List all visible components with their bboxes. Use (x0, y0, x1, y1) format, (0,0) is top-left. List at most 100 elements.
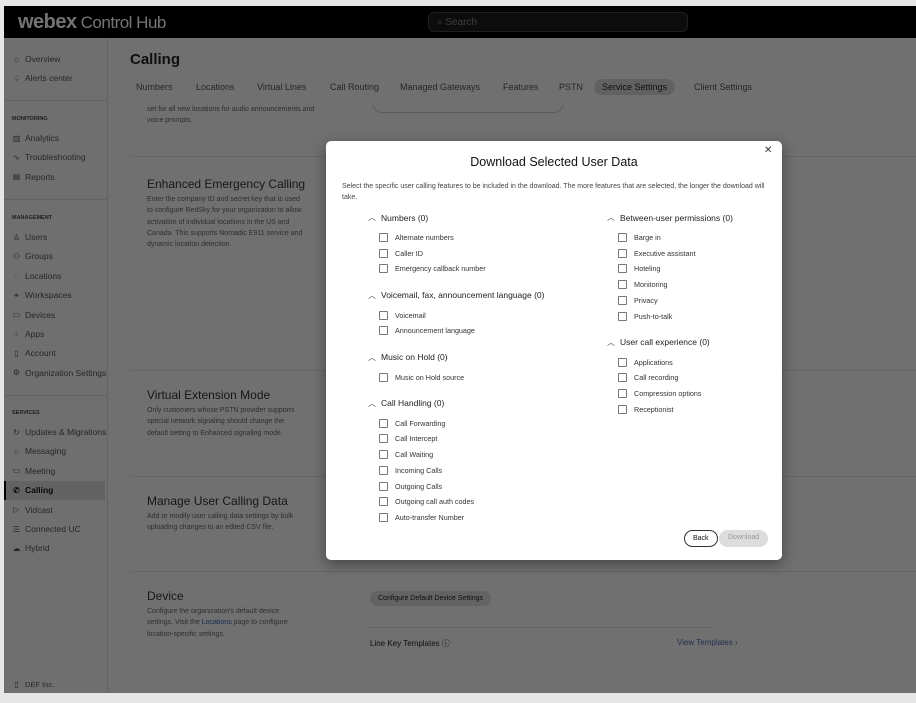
checkbox[interactable] (618, 264, 627, 274)
group-header[interactable]: ︿ Call Handling (0) (368, 398, 444, 409)
checkbox-barge-in[interactable]: Barge in (618, 233, 661, 242)
checkbox-privacy[interactable]: Privacy (618, 295, 658, 305)
checkbox[interactable] (618, 248, 627, 258)
checkbox[interactable] (379, 326, 388, 336)
checkbox[interactable] (618, 311, 627, 321)
tab-virtual-lines[interactable]: Virtual Lines (257, 82, 306, 92)
sidebar-item-account[interactable]: ▯ Account (12, 348, 55, 358)
checkbox-caller-id[interactable]: Caller ID (379, 248, 423, 258)
checkbox[interactable] (379, 418, 388, 428)
checkbox-executive-assistant[interactable]: Executive assistant (618, 248, 696, 258)
tab-pstn[interactable]: PSTN (559, 82, 583, 92)
checkbox[interactable] (618, 233, 627, 242)
group-header[interactable]: ︿ Music on Hold (0) (368, 352, 448, 363)
checkbox-label: Voicemail (395, 310, 426, 320)
tab-features[interactable]: Features (503, 82, 539, 92)
checkbox-emergency-callback-number[interactable]: Emergency callback number (379, 264, 486, 274)
checkbox[interactable] (618, 280, 627, 290)
group-header[interactable]: ︿ Numbers (0) (368, 212, 428, 223)
checkbox[interactable] (618, 357, 627, 367)
sidebar-item-calling[interactable]: ✆ Calling (12, 485, 53, 495)
checkbox-call-forwarding[interactable]: Call Forwarding (379, 418, 445, 428)
refresh-icon: ↻ (13, 427, 20, 437)
configure-device-button[interactable]: Configure Default Device Settings (370, 591, 492, 606)
tab-managed-gateways[interactable]: Managed Gateways (400, 82, 480, 92)
checkbox[interactable] (379, 372, 388, 382)
sidebar-item-alerts-center[interactable]: ♤ Alerts center (12, 73, 73, 83)
section-heading: MANAGEMENT (12, 215, 53, 221)
checkbox-label: Auto-transfer Number (395, 512, 465, 522)
sidebar-item-apps[interactable]: ⁘ Apps (12, 329, 44, 339)
checkbox[interactable] (379, 310, 388, 320)
checkbox[interactable] (379, 497, 388, 507)
checkbox[interactable] (379, 512, 388, 522)
checkbox-call-recording[interactable]: Call recording (618, 373, 678, 383)
checkbox-compression-options[interactable]: Compression options (618, 389, 702, 399)
sidebar-item-label: Devices (25, 309, 56, 320)
tab-numbers[interactable]: Numbers (136, 82, 173, 92)
checkbox-hoteling[interactable]: Hoteling (618, 264, 660, 274)
tab-call-routing[interactable]: Call Routing (330, 82, 379, 92)
sidebar-item-groups[interactable]: ⚇ Groups (12, 251, 53, 261)
checkbox-applications[interactable]: Applications (618, 357, 673, 367)
checkbox[interactable] (379, 434, 388, 444)
checkbox[interactable] (379, 465, 388, 475)
tab-client-settings[interactable]: Client Settings (694, 82, 752, 92)
checkbox[interactable] (379, 248, 388, 258)
checkbox[interactable] (618, 373, 627, 383)
checkbox-alternate-numbers[interactable]: Alternate numbers (379, 233, 454, 242)
info-icon[interactable]: ⓘ (442, 639, 450, 648)
checkbox-call-intercept[interactable]: Call Intercept (379, 434, 437, 444)
checkbox[interactable] (618, 295, 627, 305)
sidebar-item-locations[interactable]: ◌ Locations (12, 271, 61, 281)
divider (130, 571, 916, 572)
org-name[interactable]: ▯ DEF Inc. (12, 680, 54, 689)
group-header[interactable]: ︿ Between-user permissions (0) (607, 212, 733, 223)
sidebar-item-organization-settings[interactable]: ⚙ Organization Settings (12, 368, 106, 378)
sidebar-item-overview[interactable]: ⌂ Overview (12, 54, 60, 64)
sidebar-item-meeting[interactable]: ▭ Meeting (12, 466, 56, 476)
download-button[interactable]: Download (719, 530, 769, 547)
checkbox-push-to-talk[interactable]: Push-to-talk (618, 311, 672, 321)
sidebar-item-users[interactable]: ♙ Users (12, 232, 47, 242)
view-templates-link[interactable]: View Templates › (677, 638, 738, 647)
group-header[interactable]: ︿ Voicemail, fax, announcement language (… (368, 290, 545, 301)
checkbox-monitoring[interactable]: Monitoring (618, 280, 668, 290)
apps-icon: ⁘ (13, 329, 20, 339)
search-input[interactable]: ⌕ Search (428, 12, 688, 32)
checkbox-announcement-language[interactable]: Announcement language (379, 326, 475, 336)
sidebar-item-updates-migrations[interactable]: ↻ Updates & Migrations (12, 427, 106, 437)
checkbox-call-waiting[interactable]: Call Waiting (379, 450, 433, 460)
sidebar-item-troubleshooting[interactable]: ∿ Troubleshooting (12, 152, 86, 162)
checkbox-music-on-hold-source[interactable]: Music on Hold source (379, 372, 464, 382)
checkbox-outgoing-call-auth-codes[interactable]: Outgoing call auth codes (379, 497, 474, 507)
checkbox-auto-transfer-number[interactable]: Auto-transfer Number (379, 512, 465, 522)
group-header[interactable]: ︿ User call experience (0) (607, 337, 710, 348)
sidebar-item-hybrid[interactable]: ☁ Hybrid (12, 543, 50, 553)
sidebar-item-connected-uc[interactable]: ☰ Connected UC (12, 524, 81, 534)
group-label: Between-user permissions (0) (620, 212, 733, 223)
sidebar-item-devices[interactable]: ▭ Devices (12, 309, 56, 320)
checkbox-receptionist[interactable]: Receptionist (618, 404, 674, 414)
locations-link[interactable]: Locations (202, 619, 232, 626)
sidebar-item-vidcast[interactable]: ▷ Vidcast (12, 505, 52, 515)
webex-logo[interactable]: webex Control Hub (18, 11, 166, 34)
partial-input[interactable] (373, 105, 563, 113)
checkbox-outgoing-calls[interactable]: Outgoing Calls (379, 481, 442, 491)
sidebar-item-analytics[interactable]: ▥ Analytics (12, 133, 59, 143)
chevron-up-icon: ︿ (607, 337, 615, 347)
sidebar-item-workspaces[interactable]: ⚭ Workspaces (12, 290, 71, 300)
checkbox[interactable] (379, 481, 388, 491)
checkbox[interactable] (618, 389, 627, 399)
checkbox-incoming-calls[interactable]: Incoming Calls (379, 465, 442, 475)
checkbox-voicemail[interactable]: Voicemail (379, 310, 426, 320)
back-button[interactable]: Back (684, 530, 718, 547)
checkbox[interactable] (618, 404, 627, 414)
checkbox[interactable] (379, 233, 388, 242)
checkbox[interactable] (379, 450, 388, 460)
sidebar-item-reports[interactable]: ▤ Reports (12, 172, 55, 182)
sidebar-item-messaging[interactable]: ○ Messaging (12, 446, 66, 456)
checkbox[interactable] (379, 264, 388, 274)
tab-locations[interactable]: Locations (196, 82, 235, 92)
tab-service-settings[interactable]: Service Settings (594, 79, 676, 95)
